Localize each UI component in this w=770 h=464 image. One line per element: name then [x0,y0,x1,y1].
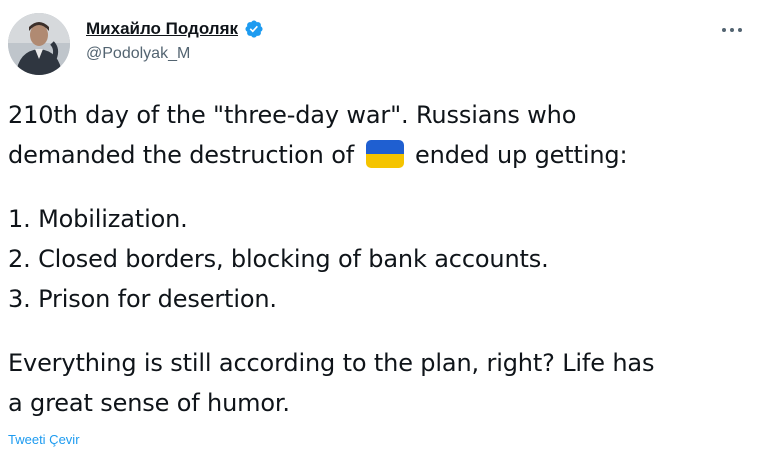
tweet-card: Михайло Подоляк @Podolyak_M 210th day of… [0,0,770,464]
tweet-text-segment: demanded the destruction of [8,141,355,169]
tweet-line: a great sense of humor. [8,389,290,417]
tweet-text-segment: ended up getting: [415,141,628,169]
name-row: Михайло Подоляк [86,18,264,40]
profile-photo [8,13,70,75]
more-options-button[interactable] [718,20,746,40]
tweet-line: demanded the destruction of ended up get… [8,135,758,175]
tweet-line: 210th day of the "three-day war". Russia… [8,101,577,129]
ukraine-flag-emoji [365,139,404,168]
translate-tweet-link[interactable]: Tweeti Çevir [8,432,80,447]
list-item: 1. Mobilization. [8,205,188,233]
avatar[interactable] [8,13,70,75]
list-item: 2. Closed borders, blocking of bank acco… [8,245,549,273]
list-item: 3. Prison for desertion. [8,285,277,313]
tweet-text: 210th day of the "three-day war". Russia… [8,95,758,423]
tweet-line: Everything is still according to the pla… [8,349,655,377]
author-display-name[interactable]: Михайло Подоляк [86,19,238,39]
author-handle[interactable]: @Podolyak_M [86,45,264,63]
author-block: Михайло Подоляк @Podolyak_M [86,18,264,63]
verified-badge-icon [245,20,263,38]
more-options-icon [722,28,742,32]
